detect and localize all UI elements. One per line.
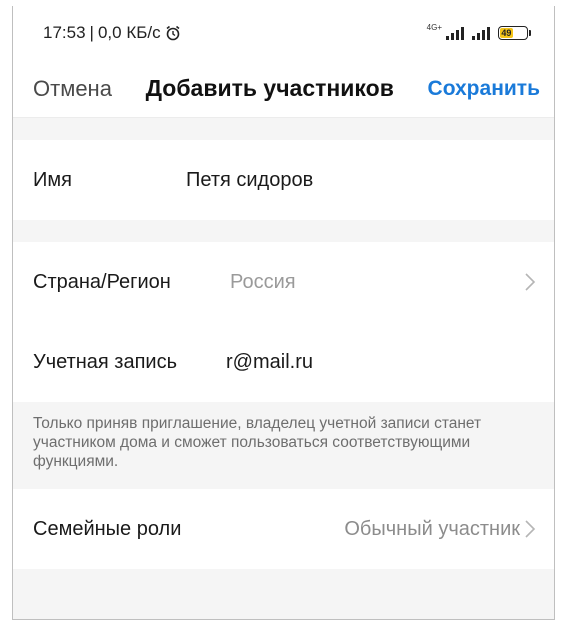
phone-screen: 17:53 | 0,0 КБ/с 4G+ 49 Отмена Добавить …: [12, 6, 555, 620]
status-right: 4G+ 49: [426, 23, 531, 40]
account-label: Учетная запись: [33, 350, 178, 373]
account-value[interactable]: r@mail.ru: [226, 351, 313, 374]
name-value[interactable]: Петя сидоров: [186, 169, 313, 192]
alarm-icon: [166, 25, 180, 41]
save-button[interactable]: Сохранить: [428, 77, 540, 101]
nav-bar: Отмена Добавить участников Сохранить: [13, 60, 554, 118]
status-time: 17:53: [43, 23, 86, 42]
status-speed: 0,0 КБ/с: [97, 23, 161, 42]
invite-hint: Только приняв приглашение, владелец учет…: [13, 402, 554, 489]
status-left: 17:53 | 0,0 КБ/с: [43, 23, 181, 43]
family-roles-row[interactable]: Семейные роли Обычный участник: [13, 489, 554, 569]
cancel-button[interactable]: Отмена: [33, 76, 112, 102]
roles-label: Семейные роли: [33, 517, 182, 540]
network-type-label: 4G+: [426, 23, 442, 32]
region-value: Россия: [230, 270, 296, 293]
chevron-right-icon: [525, 520, 536, 538]
account-field[interactable]: Учетная запись r@mail.ru: [13, 322, 554, 402]
page-title: Добавить участников: [145, 75, 394, 101]
section-gap: [13, 220, 554, 242]
status-separator: |: [89, 23, 94, 42]
signal-4g-icon: [446, 26, 464, 40]
roles-value: Обычный участник: [344, 517, 520, 540]
region-row[interactable]: Страна/Регион Россия: [13, 242, 554, 322]
status-bar: 17:53 | 0,0 КБ/с 4G+ 49: [13, 6, 554, 60]
chevron-right-icon: [525, 273, 536, 291]
battery-level: 49: [500, 28, 513, 38]
name-label: Имя: [33, 168, 72, 191]
region-label: Страна/Регион: [33, 270, 171, 293]
battery-icon: 49: [498, 26, 531, 40]
name-field[interactable]: Имя Петя сидоров: [13, 140, 554, 220]
signal-icon: [472, 26, 490, 40]
section-gap: [13, 118, 554, 140]
